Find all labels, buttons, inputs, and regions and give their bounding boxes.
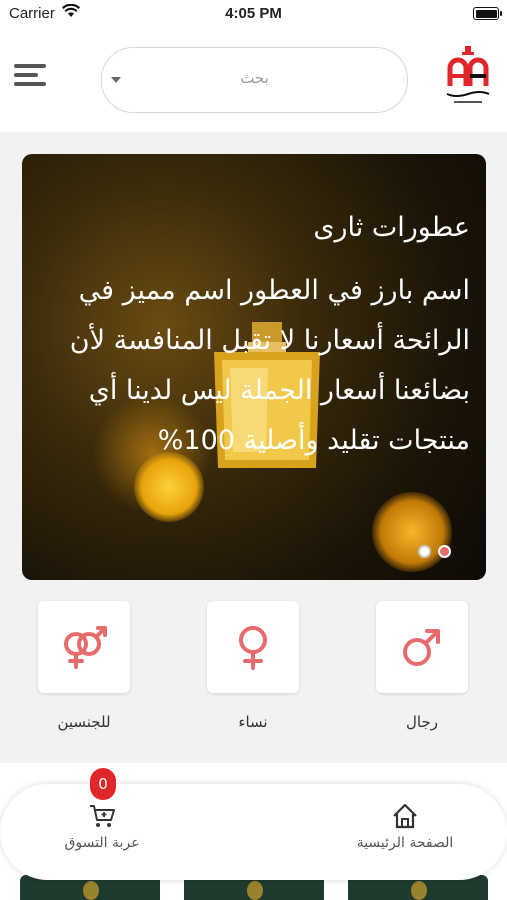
app-header: بحث	[0, 28, 507, 132]
category-unisex-label: للجنسين	[57, 713, 111, 731]
hamburger-menu-icon[interactable]	[14, 64, 50, 90]
category-unisex-button[interactable]	[38, 601, 130, 693]
promo-banner[interactable]: عطورات ثارى اسم بارز في العطور اسم مميز …	[22, 154, 486, 580]
nav-cart-label: عربة التسوق	[64, 835, 140, 851]
nav-home-label: الصفحة الرئيسية	[356, 835, 454, 851]
male-symbol-icon	[403, 629, 440, 666]
category-men-button[interactable]	[376, 601, 468, 693]
nav-home-button[interactable]: الصفحة الرئيسية	[350, 802, 460, 852]
status-bar: Carrier 4:05 PM	[0, 0, 507, 28]
category-women-label: نساء	[238, 713, 268, 731]
clock: 4:05 PM	[225, 5, 282, 22]
carousel-dot-active[interactable]	[438, 545, 451, 558]
cart-count-badge: 0	[90, 768, 116, 800]
battery-icon	[473, 7, 502, 20]
carousel-indicator[interactable]	[418, 543, 458, 562]
search-input[interactable]: بحث	[101, 47, 408, 113]
banner-text: اسم بارز في العطور اسم مميز في الرائحة أ…	[69, 275, 470, 456]
female-symbol-icon	[239, 626, 267, 670]
banner-title: عطورات ثارى	[313, 212, 470, 243]
unisex-symbol-icon	[64, 626, 107, 669]
bottom-navigation: الصفحة الرئيسية عربة التسوق	[0, 784, 507, 880]
brand-logo	[446, 46, 490, 103]
nav-cart-button[interactable]: عربة التسوق	[47, 802, 157, 852]
category-women-button[interactable]	[207, 601, 299, 693]
search-placeholder: بحث	[240, 69, 269, 87]
cart-icon	[90, 805, 115, 827]
category-men-label: رجال	[406, 713, 438, 731]
carousel-dot[interactable]	[418, 545, 431, 558]
home-icon	[393, 803, 417, 829]
